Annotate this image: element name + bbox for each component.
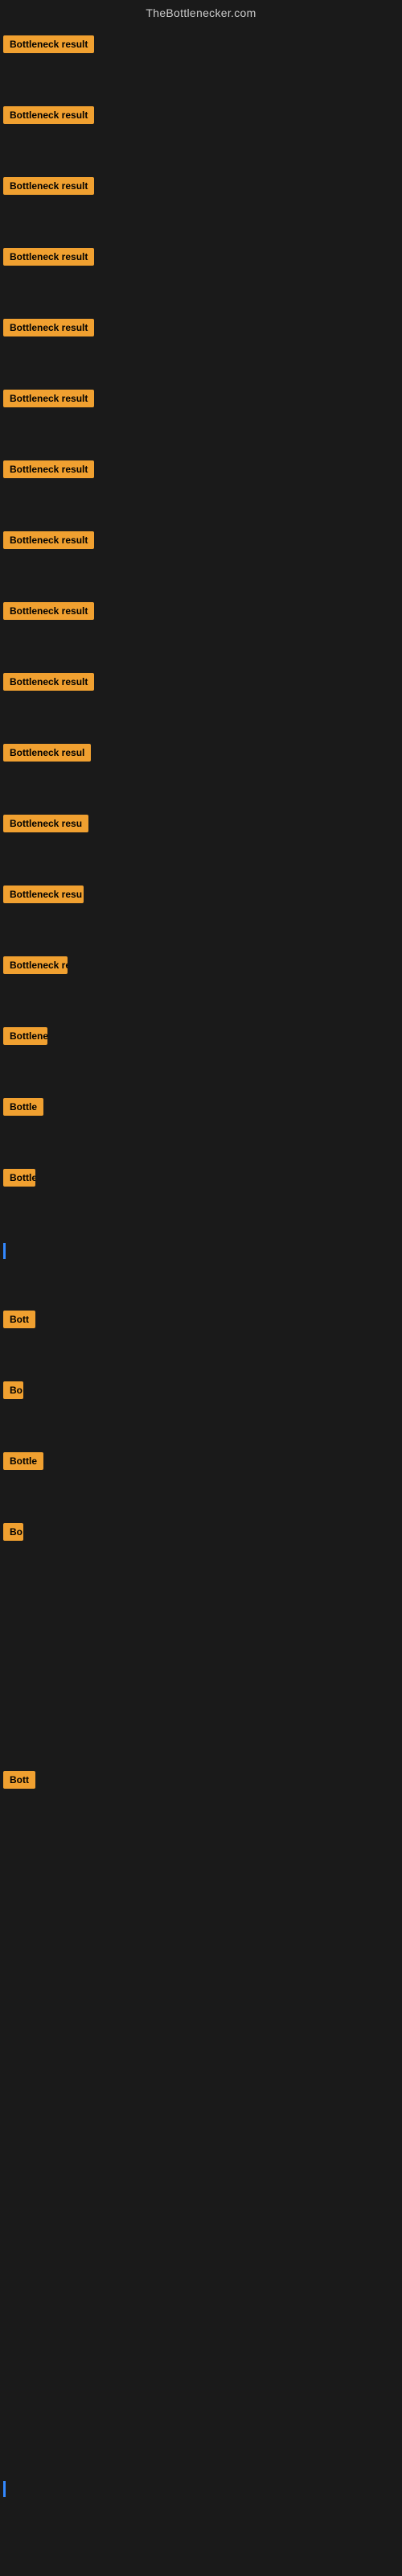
result-row-6: Bottleneck result <box>0 377 402 448</box>
bottleneck-badge-19[interactable]: Bott <box>3 1311 35 1328</box>
result-row-5: Bottleneck result <box>0 306 402 377</box>
result-row-2: Bottleneck result <box>0 93 402 164</box>
site-title: TheBottlenecker.com <box>0 0 402 23</box>
bottleneck-badge-4[interactable]: Bottleneck result <box>3 248 94 266</box>
empty-space-1 <box>0 1581 402 1758</box>
bottleneck-badge-15[interactable]: Bottleneck <box>3 1027 47 1045</box>
result-row-9: Bottleneck result <box>0 589 402 660</box>
result-row-19: Bott <box>0 1298 402 1368</box>
result-row-14: Bottleneck res <box>0 943 402 1014</box>
result-row-12: Bottleneck resu <box>0 802 402 873</box>
result-row-16: Bottle <box>0 1085 402 1156</box>
bottleneck-badge-8[interactable]: Bottleneck result <box>3 531 94 549</box>
result-row-7: Bottleneck result <box>0 448 402 518</box>
result-row-10: Bottleneck result <box>0 660 402 731</box>
bottleneck-badge-22[interactable]: Bo <box>3 1523 23 1541</box>
bottleneck-badge-10[interactable]: Bottleneck result <box>3 673 94 691</box>
bottleneck-badge-14[interactable]: Bottleneck res <box>3 956 68 974</box>
result-row-23: Bott <box>0 1758 402 1829</box>
bottleneck-badge-2[interactable]: Bottleneck result <box>3 106 94 124</box>
result-row-4: Bottleneck result <box>0 235 402 306</box>
result-row-20: Bo <box>0 1368 402 1439</box>
bottleneck-badge-6[interactable]: Bottleneck result <box>3 390 94 407</box>
result-row-13: Bottleneck resu <box>0 873 402 943</box>
bottleneck-badge-12[interactable]: Bottleneck resu <box>3 815 88 832</box>
result-row-8: Bottleneck result <box>0 518 402 589</box>
result-row-15: Bottleneck <box>0 1014 402 1085</box>
bottleneck-badge-20[interactable]: Bo <box>3 1381 23 1399</box>
result-row-21: Bottle <box>0 1439 402 1510</box>
result-row-11: Bottleneck resul <box>0 731 402 802</box>
bottleneck-badge-23[interactable]: Bott <box>3 1771 35 1789</box>
text-cursor-2 <box>3 2481 6 2497</box>
bottleneck-badge-7[interactable]: Bottleneck result <box>3 460 94 478</box>
empty-space-2 <box>0 1829 402 2473</box>
page-wrapper: TheBottlenecker.com Bottleneck result Bo… <box>0 0 402 2576</box>
bottleneck-badge-9[interactable]: Bottleneck result <box>3 602 94 620</box>
bottleneck-badge-13[interactable]: Bottleneck resu <box>3 886 84 903</box>
bottleneck-badge-16[interactable]: Bottle <box>3 1098 43 1116</box>
result-row-22: Bo <box>0 1510 402 1581</box>
result-row-3: Bottleneck result <box>0 164 402 235</box>
bottleneck-badge-21[interactable]: Bottle <box>3 1452 43 1470</box>
result-row-1: Bottleneck result <box>0 23 402 93</box>
result-row-17: Bottlenec <box>0 1156 402 1227</box>
bottleneck-badge-11[interactable]: Bottleneck resul <box>3 744 91 762</box>
bottleneck-badge-17[interactable]: Bottlenec <box>3 1169 35 1187</box>
bottleneck-badge-3[interactable]: Bottleneck result <box>3 177 94 195</box>
text-cursor-1 <box>3 1243 6 1259</box>
bottleneck-badge-1[interactable]: Bottleneck result <box>3 35 94 53</box>
result-row-final <box>0 2473 402 2513</box>
bottleneck-badge-5[interactable]: Bottleneck result <box>3 319 94 336</box>
result-row-18 <box>0 1227 402 1298</box>
